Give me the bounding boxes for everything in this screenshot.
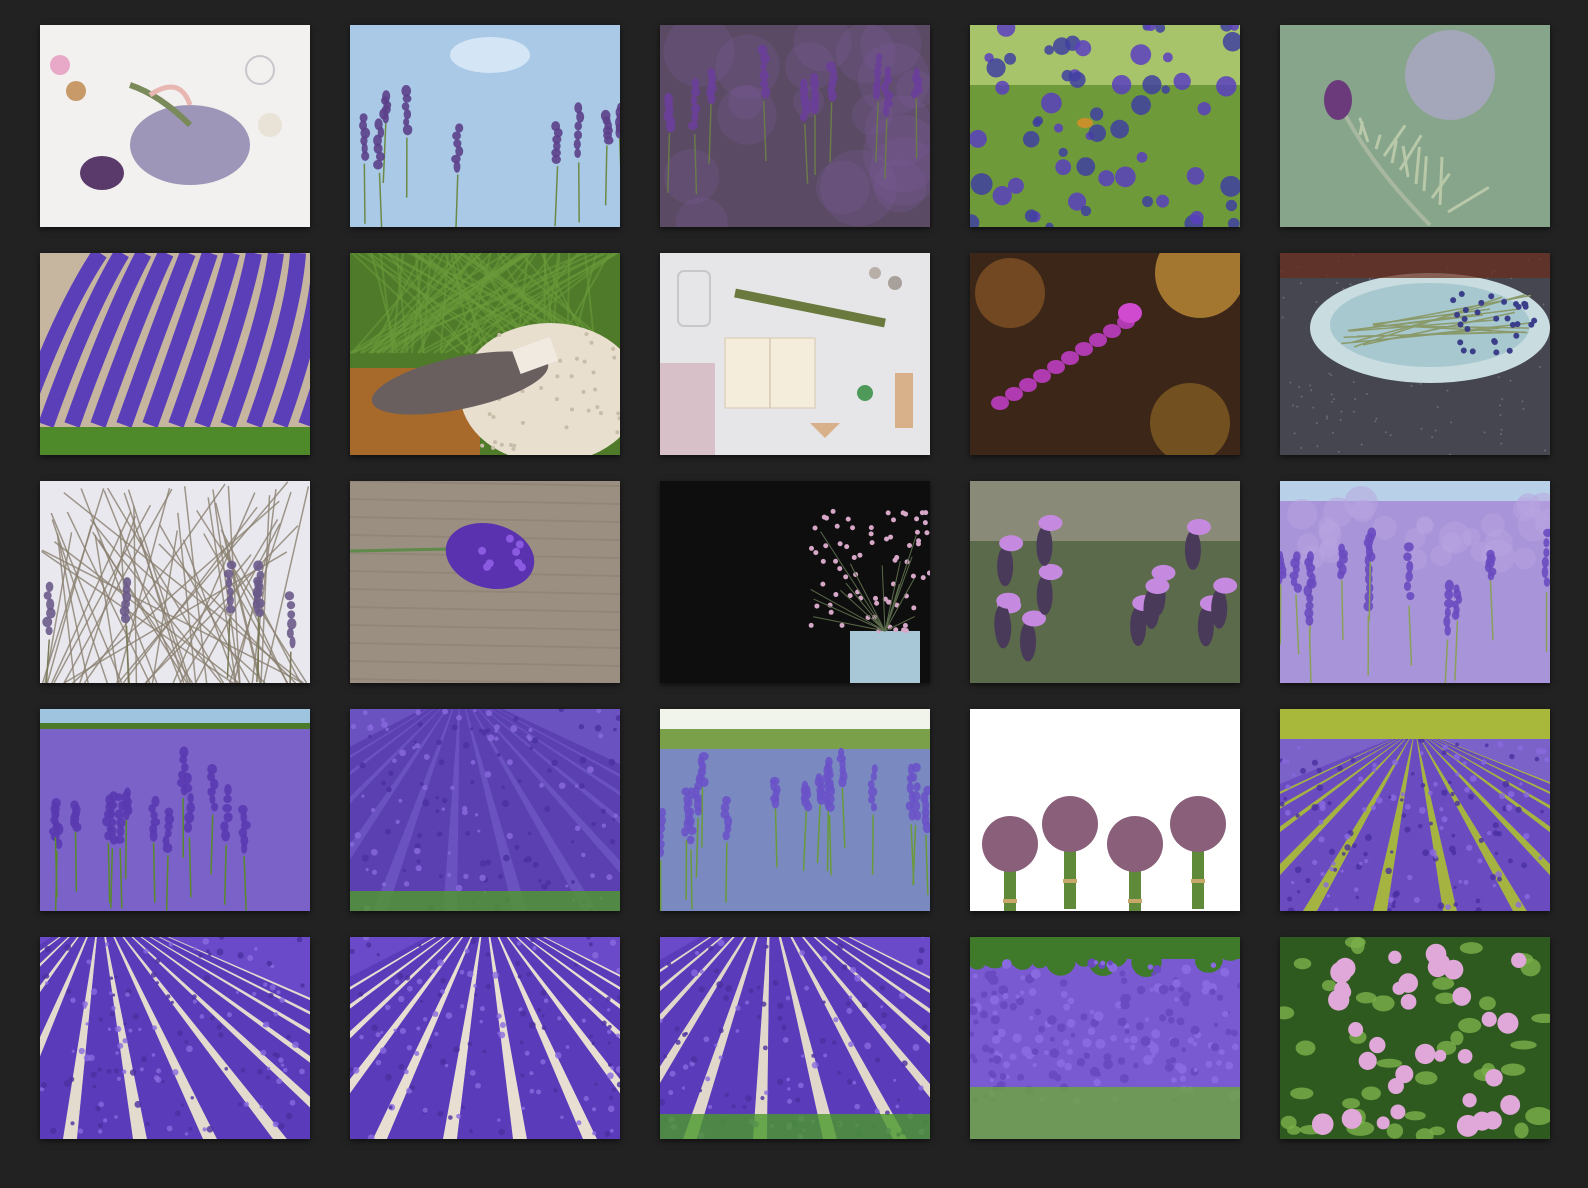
thumbnail-image-field-blue-sky (40, 709, 310, 911)
thumbnail-image-bundle-grass-lace (350, 253, 620, 455)
thumbnail-image-spanish-lavender (970, 481, 1240, 683)
image-grid (40, 25, 1550, 1139)
thumbnail-image-grass-white-sky (40, 481, 310, 683)
thumbnail-r3-c4[interactable] (970, 481, 1240, 683)
thumbnail-r1-c5[interactable] (1280, 25, 1550, 227)
thumbnail-image-pink-flowers-green (1280, 937, 1550, 1139)
thumbnail-r4-c5[interactable] (1280, 709, 1550, 911)
thumbnail-r4-c1[interactable] (40, 709, 310, 911)
thumbnail-r2-c1[interactable] (40, 253, 310, 455)
thumbnail-image-soft-field-sky (1280, 481, 1550, 683)
thumbnail-image-rows-hedge (1280, 709, 1550, 911)
thumbnail-r1-c2[interactable] (350, 25, 620, 227)
thumbnail-r5-c1[interactable] (40, 937, 310, 1139)
thumbnail-r2-c2[interactable] (350, 253, 620, 455)
thumbnail-r1-c3[interactable] (660, 25, 930, 227)
thumbnail-r5-c2[interactable] (350, 937, 620, 1139)
thumbnail-image-flatlay-notebook (660, 253, 930, 455)
thumbnail-image-field-close (970, 25, 1240, 227)
thumbnail-r3-c2[interactable] (350, 481, 620, 683)
thumbnail-image-black-heather-pot (660, 481, 930, 683)
thumbnail-image-rows-dense (350, 709, 620, 911)
thumbnail-image-rows-sandy (40, 937, 310, 1139)
thumbnail-r3-c1[interactable] (40, 481, 310, 683)
thumbnail-image-dark-amber-bokeh (970, 253, 1240, 455)
thumbnail-image-wood-single-bloom (350, 481, 620, 683)
thumbnail-image-single-sprig-green (1280, 25, 1550, 227)
thumbnail-image-rows-sandy-center (350, 937, 620, 1139)
thumbnail-image-field-white-sky (660, 709, 930, 911)
thumbnail-image-bowl-dark (1280, 253, 1550, 455)
thumbnail-image-bunches-white (970, 709, 1240, 911)
thumbnail-image-field-trees (970, 937, 1240, 1139)
thumbnail-r1-c4[interactable] (970, 25, 1240, 227)
thumbnail-image-close-bokeh (660, 25, 930, 227)
thumbnail-image-rows-bushes (660, 937, 930, 1139)
thumbnail-r3-c3[interactable] (660, 481, 930, 683)
thumbnail-r4-c4[interactable] (970, 709, 1240, 911)
thumbnail-image-sky-stems (350, 25, 620, 227)
thumbnail-r2-c4[interactable] (970, 253, 1240, 455)
thumbnail-r4-c2[interactable] (350, 709, 620, 911)
thumbnail-image-still-life-white (40, 25, 310, 227)
thumbnail-image-rows-field (40, 253, 310, 455)
thumbnail-r3-c5[interactable] (1280, 481, 1550, 683)
thumbnail-r1-c1[interactable] (40, 25, 310, 227)
thumbnail-r5-c3[interactable] (660, 937, 930, 1139)
thumbnail-r5-c4[interactable] (970, 937, 1240, 1139)
thumbnail-r5-c5[interactable] (1280, 937, 1550, 1139)
thumbnail-r2-c3[interactable] (660, 253, 930, 455)
thumbnail-r4-c3[interactable] (660, 709, 930, 911)
thumbnail-r2-c5[interactable] (1280, 253, 1550, 455)
